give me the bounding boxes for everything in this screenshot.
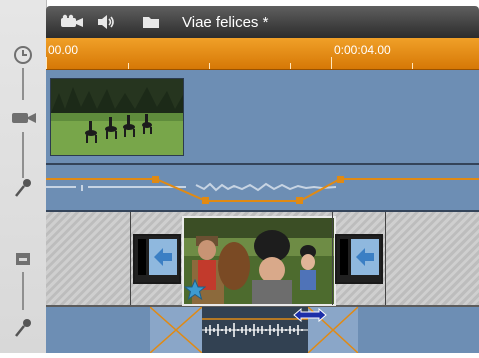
slide-left-transition-icon[interactable] bbox=[335, 234, 383, 284]
slide-left-transition-icon[interactable] bbox=[133, 234, 181, 284]
storyboard-icon[interactable] bbox=[12, 248, 34, 270]
ruler-tick bbox=[128, 63, 129, 69]
left-transition-region[interactable] bbox=[130, 212, 183, 305]
ruler-tick bbox=[290, 63, 291, 69]
horse-riders-thumbnail[interactable] bbox=[50, 78, 184, 156]
arrow-box bbox=[149, 239, 177, 275]
track-header-column bbox=[0, 0, 47, 353]
star-icon bbox=[183, 278, 207, 306]
rail-line bbox=[22, 68, 24, 100]
video-track-icon[interactable] bbox=[10, 107, 38, 129]
double-arrow-icon[interactable] bbox=[292, 307, 328, 328]
clock-icon[interactable] bbox=[12, 44, 34, 66]
microphone-icon[interactable] bbox=[12, 316, 34, 338]
arrow-box bbox=[351, 239, 379, 275]
timecode-mid: 0:00:04.00 bbox=[334, 43, 391, 57]
envelope-point[interactable] bbox=[152, 176, 159, 183]
bar bbox=[138, 239, 146, 275]
timeline-ruler[interactable]: 00.00 0:00:04.00 bbox=[46, 38, 479, 70]
envelope-point[interactable] bbox=[296, 197, 303, 204]
video-editor: Viae felices * 00.00 0:00:04.00 bbox=[0, 0, 479, 354]
rail-line bbox=[22, 132, 24, 178]
ruler-tick bbox=[209, 63, 210, 69]
envelope-point[interactable] bbox=[202, 197, 209, 204]
timecode-start: 00.00 bbox=[48, 43, 79, 57]
project-title: Viae felices * bbox=[182, 13, 269, 31]
audio-fade-in[interactable] bbox=[149, 306, 203, 354]
bar bbox=[340, 239, 348, 275]
video-camera-icon[interactable] bbox=[60, 14, 84, 30]
ruler-tick bbox=[46, 57, 47, 69]
right-transition-region[interactable] bbox=[332, 212, 386, 305]
audio-waveform bbox=[46, 176, 479, 204]
ruler-tick bbox=[412, 63, 413, 69]
folder-icon[interactable] bbox=[142, 15, 160, 29]
speaker-icon[interactable] bbox=[96, 14, 116, 30]
envelope-point[interactable] bbox=[337, 176, 344, 183]
ruler-tick bbox=[331, 57, 332, 69]
volume-envelope bbox=[46, 178, 479, 202]
video-track[interactable] bbox=[46, 70, 479, 165]
transition-track[interactable] bbox=[46, 212, 479, 307]
audio-track-bottom[interactable] bbox=[46, 306, 479, 354]
rail-line bbox=[22, 272, 24, 310]
audio-envelope-track[interactable] bbox=[46, 165, 479, 212]
microphone-icon[interactable] bbox=[12, 176, 34, 198]
project-title-bar: Viae felices * bbox=[46, 6, 479, 38]
